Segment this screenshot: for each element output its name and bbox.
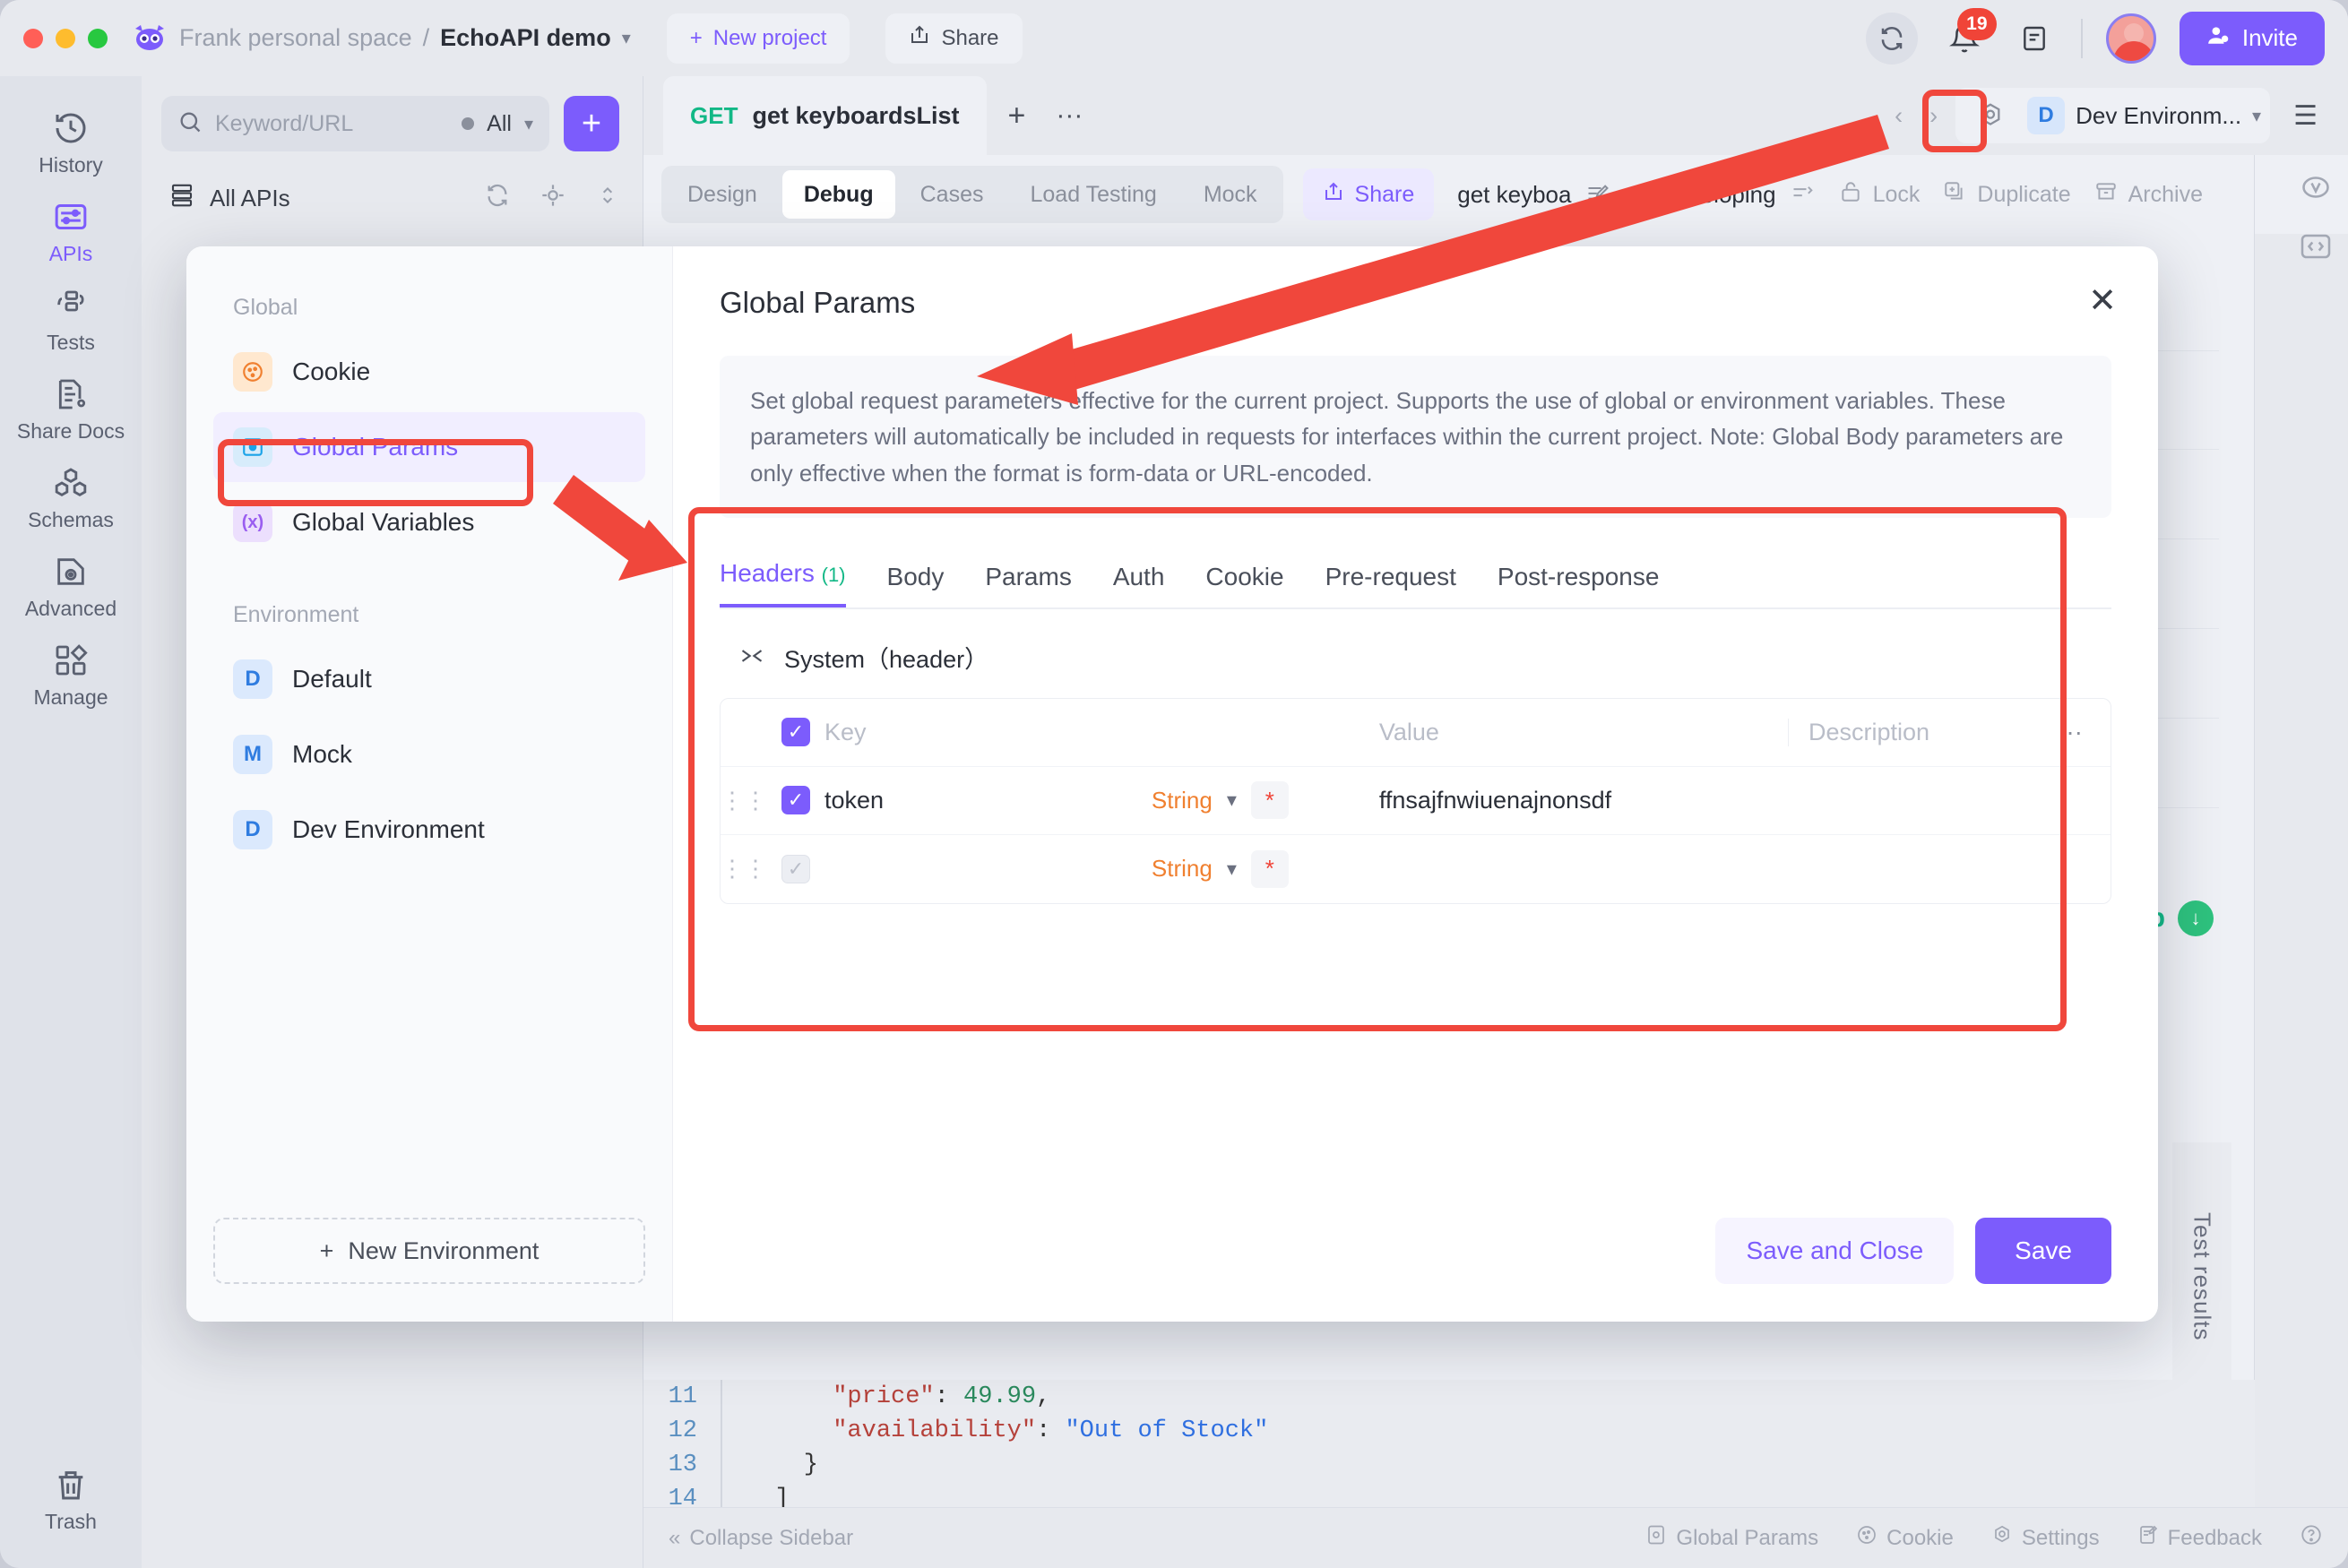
table-row[interactable]: ⋮⋮ ✓ token String ▾ * ffnsajfnwiuenajnon… xyxy=(721,767,2111,835)
required-icon[interactable]: * xyxy=(1250,849,1289,888)
row-type[interactable]: String xyxy=(1152,787,1213,814)
tab-post-response[interactable]: Post-response xyxy=(1498,563,1660,607)
tab-count: (1) xyxy=(821,563,846,586)
close-icon[interactable]: ✕ xyxy=(2088,284,2117,318)
modal-item-default-env[interactable]: D Default xyxy=(213,644,645,714)
tab-body[interactable]: Body xyxy=(887,563,945,607)
modal-item-global-variables[interactable]: (x) Global Variables xyxy=(213,487,645,557)
global-params-icon xyxy=(233,427,272,467)
drag-handle-icon[interactable]: ⋮⋮ xyxy=(721,787,767,814)
tab-label: Headers xyxy=(720,558,815,587)
modal-item-cookie[interactable]: Cookie xyxy=(213,337,645,407)
environment-initial: M xyxy=(233,735,272,774)
new-environment-label: New Environment xyxy=(348,1236,540,1264)
modal-sidebar: Global Cookie Global Params (x) Global V… xyxy=(186,246,673,1322)
table-more-icon[interactable]: ··· xyxy=(2030,718,2111,746)
modal-description: Set global request parameters effective … xyxy=(720,356,2111,518)
column-header-description: Description xyxy=(1788,718,2030,746)
tab-pre-request[interactable]: Pre-request xyxy=(1325,563,1456,607)
save-and-close-button[interactable]: Save and Close xyxy=(1715,1218,1955,1284)
global-params-modal: Global Cookie Global Params (x) Global V… xyxy=(186,246,2158,1322)
app-window: Frank personal space / EchoAPI demo ▾ + … xyxy=(0,0,2348,1568)
modal-content: Global Params ✕ Set global request param… xyxy=(673,246,2158,1322)
save-button[interactable]: Save xyxy=(1975,1218,2111,1284)
environment-initial: D xyxy=(233,810,272,849)
modal-footer: Save and Close Save xyxy=(1715,1218,2111,1284)
required-icon[interactable]: * xyxy=(1250,781,1289,820)
table-header-row: ✓ Key Value Description ··· xyxy=(721,699,2111,767)
chevron-down-icon[interactable]: ▾ xyxy=(1227,857,1237,881)
modal-tabs: Headers (1) Body Params Auth Cookie Pre-… xyxy=(720,559,2111,609)
modal-title: Global Params xyxy=(720,286,916,319)
new-environment-button[interactable]: + New Environment xyxy=(213,1218,645,1284)
select-all-checkbox[interactable]: ✓ xyxy=(781,718,810,747)
tab-params[interactable]: Params xyxy=(985,563,1071,607)
modal-section-environment: Environment xyxy=(233,602,359,627)
modal-item-label: Dev Environment xyxy=(292,815,485,843)
environment-initial: D xyxy=(233,659,272,699)
tab-cookie[interactable]: Cookie xyxy=(1205,563,1283,607)
row-value[interactable]: ffnsajfnwiuenajnonsdf xyxy=(1358,787,1788,814)
row-type[interactable]: String xyxy=(1152,855,1213,883)
row-key[interactable]: token xyxy=(824,787,1152,814)
modal-item-dev-env[interactable]: D Dev Environment xyxy=(213,795,645,865)
chevron-down-icon[interactable]: ▾ xyxy=(1227,788,1237,812)
system-header-label: System（header） xyxy=(784,645,989,673)
cookie-icon xyxy=(233,352,272,392)
modal-section-global: Global xyxy=(233,295,298,320)
modal-item-label: Default xyxy=(292,665,372,693)
tab-headers[interactable]: Headers (1) xyxy=(720,559,846,607)
column-header-value: Value xyxy=(1378,718,1439,745)
collapse-toggle-icon[interactable] xyxy=(739,643,764,671)
global-variables-icon: (x) xyxy=(233,503,272,542)
modal-overlay: Global Cookie Global Params (x) Global V… xyxy=(0,0,2348,1568)
drag-handle-icon[interactable]: ⋮⋮ xyxy=(721,855,767,883)
plus-icon: + xyxy=(319,1236,334,1264)
modal-item-label: Cookie xyxy=(292,358,371,385)
modal-item-label: Global Params xyxy=(292,433,459,461)
modal-item-global-params[interactable]: Global Params xyxy=(213,412,645,482)
column-header-key: Key xyxy=(824,718,867,745)
row-checkbox[interactable]: ✓ xyxy=(781,854,810,883)
modal-item-label: Mock xyxy=(292,740,352,768)
system-header-row[interactable]: System（header） xyxy=(720,609,2111,698)
table-row[interactable]: ⋮⋮ ✓ String ▾ * xyxy=(721,835,2111,903)
row-checkbox[interactable]: ✓ xyxy=(781,786,810,815)
tab-auth[interactable]: Auth xyxy=(1113,563,1165,607)
headers-table: ✓ Key Value Description ··· ⋮⋮ ✓ token S… xyxy=(720,697,2111,904)
modal-item-label: Global Variables xyxy=(292,508,475,536)
modal-item-mock-env[interactable]: M Mock xyxy=(213,719,645,789)
